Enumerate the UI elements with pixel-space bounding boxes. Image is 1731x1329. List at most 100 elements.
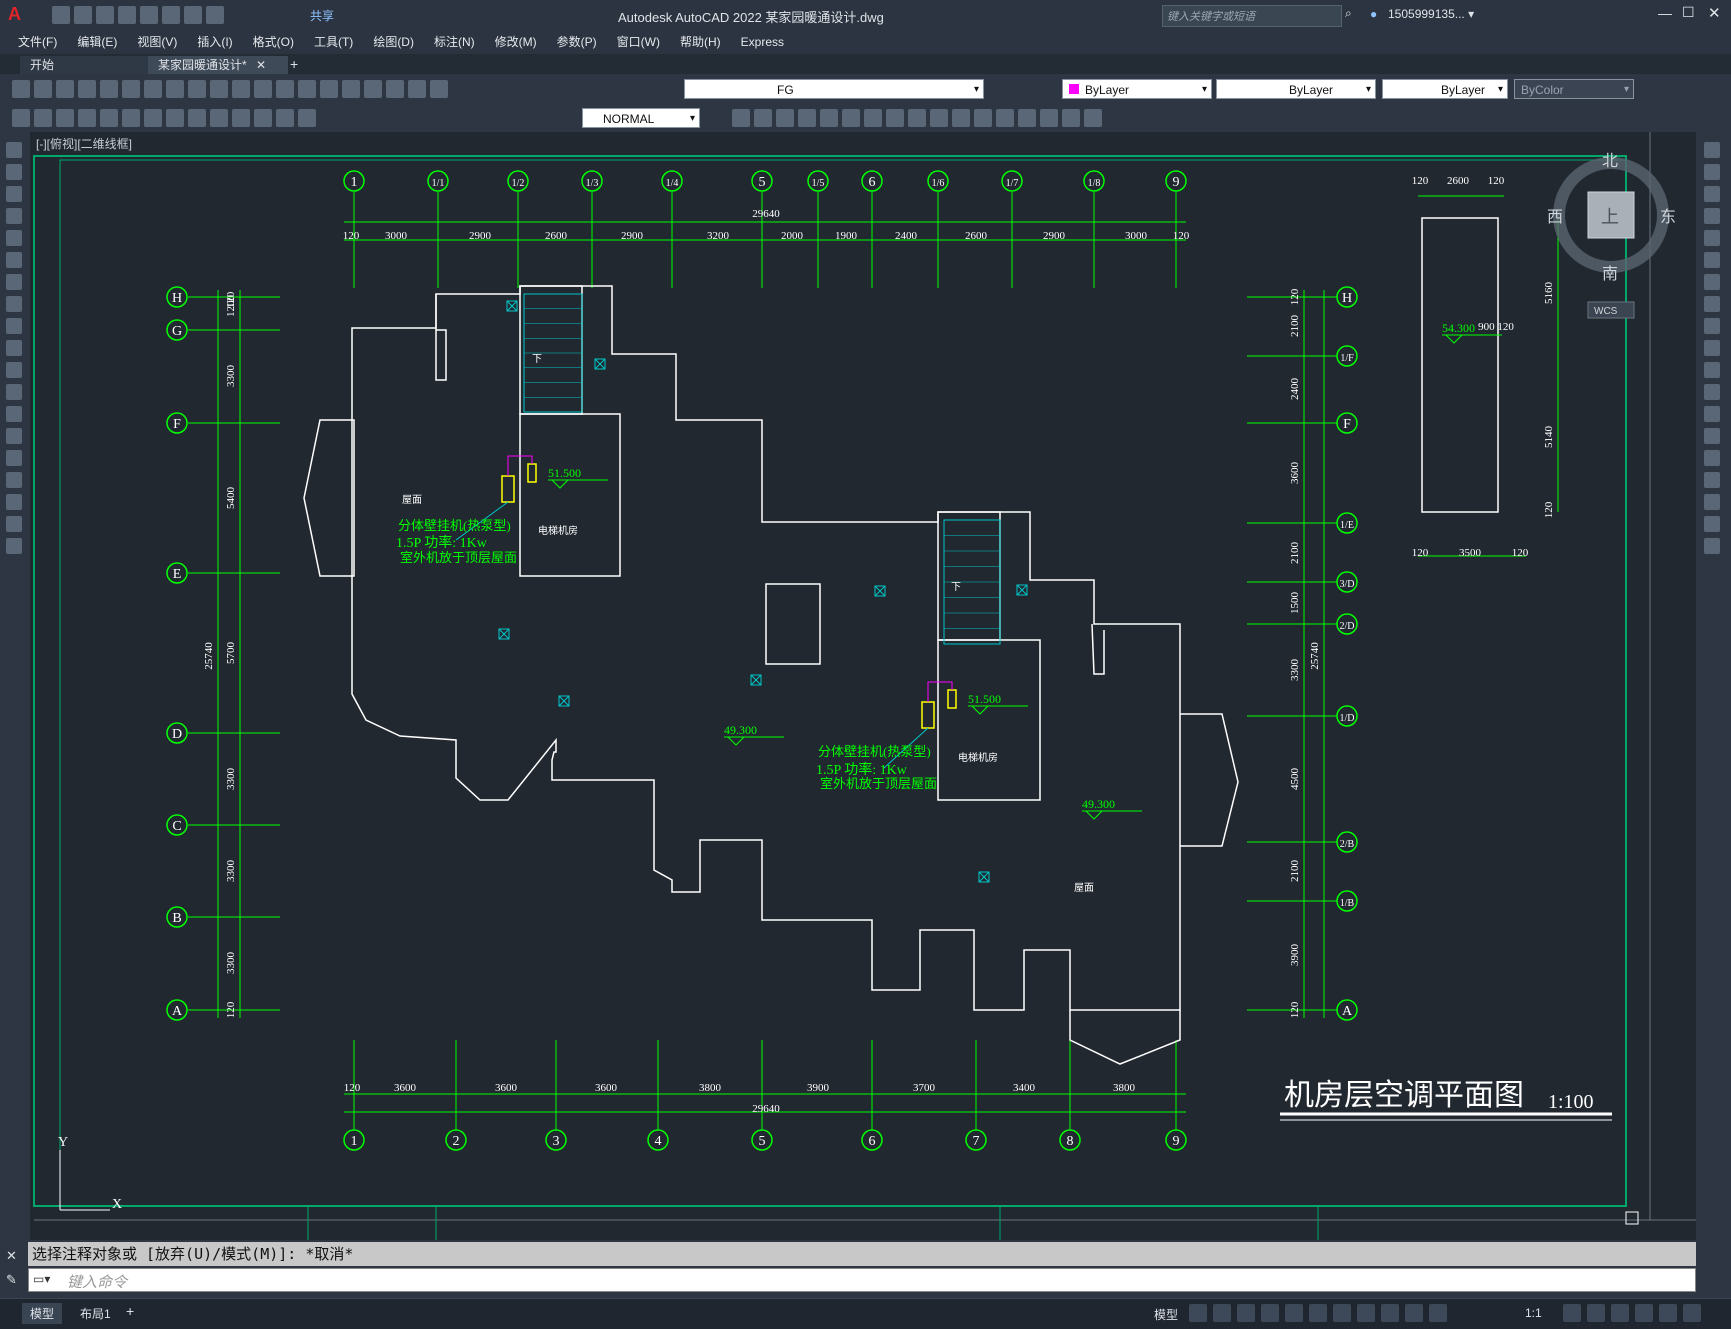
ac-note-1-line2[interactable]: 1.5P 功率: 1Kw (396, 534, 488, 551)
stretch-icon[interactable] (886, 109, 904, 127)
array-icon[interactable] (798, 109, 816, 127)
modify-tool-2-icon[interactable] (1704, 186, 1720, 202)
save-icon[interactable] (56, 80, 74, 98)
tab-start[interactable]: 开始 (20, 56, 160, 74)
plus-icon[interactable] (1587, 1304, 1605, 1322)
transparency-icon[interactable] (1357, 1304, 1375, 1322)
redo-icon[interactable] (254, 80, 272, 98)
tolerance-icon[interactable] (232, 109, 250, 127)
drawing-title[interactable]: 机房层空调平面图 (1284, 1079, 1524, 1112)
copy-icon[interactable] (166, 80, 184, 98)
draw-tool-6-icon[interactable] (6, 274, 22, 290)
user-icon[interactable]: ● (1370, 7, 1377, 21)
modify-tool-1-icon[interactable] (1704, 164, 1720, 180)
modify-tool-6-icon[interactable] (1704, 274, 1720, 290)
menu-item-3[interactable]: 插入(I) (187, 30, 242, 54)
level-label-51500-b[interactable]: 51.500 (968, 692, 1001, 706)
ortho-icon[interactable] (1237, 1304, 1255, 1322)
draw-tool-14-icon[interactable] (6, 450, 22, 466)
level-label-49300-a[interactable]: 49.300 (724, 723, 757, 737)
viewport-label[interactable]: [-][俯视][二维线框] (36, 136, 132, 151)
draw-tool-2-icon[interactable] (6, 186, 22, 202)
menu-item-4[interactable]: 格式(O) (243, 30, 304, 54)
join-icon[interactable] (974, 109, 992, 127)
dim-baseline-icon[interactable] (166, 109, 184, 127)
draw-tool-9-icon[interactable] (6, 340, 22, 356)
modify-tool-4-icon[interactable] (1704, 230, 1720, 246)
new-tab-icon[interactable]: + (290, 56, 298, 72)
dim-radius-icon[interactable] (100, 109, 118, 127)
modify-tool-16-icon[interactable] (1704, 494, 1720, 510)
fillet-icon[interactable] (1018, 109, 1036, 127)
down-label-1[interactable]: 下 (532, 354, 542, 365)
tool-palettes-icon[interactable] (386, 80, 404, 98)
annotation-scale[interactable]: 1:1 (1525, 1306, 1542, 1320)
modify-tool-10-icon[interactable] (1704, 362, 1720, 378)
autocad-logo-icon[interactable]: A (8, 4, 21, 25)
move-icon[interactable] (820, 109, 838, 127)
extend-icon[interactable] (930, 109, 948, 127)
modify-tool-18-icon[interactable] (1704, 538, 1720, 554)
menu-item-5[interactable]: 工具(T) (304, 30, 363, 54)
level-label-54300[interactable]: 54.300 (1442, 321, 1475, 335)
save-as-icon[interactable] (118, 6, 136, 24)
menu-item-8[interactable]: 修改(M) (485, 30, 547, 54)
draw-tool-12-icon[interactable] (6, 406, 22, 422)
modify-tool-12-icon[interactable] (1704, 406, 1720, 422)
osnap-icon[interactable] (1285, 1304, 1303, 1322)
dim-aligned-icon[interactable] (34, 109, 52, 127)
chamfer-icon[interactable] (996, 109, 1014, 127)
modify-tool-13-icon[interactable] (1704, 428, 1720, 444)
modify-tool-3-icon[interactable] (1704, 208, 1720, 224)
modify-tool-15-icon[interactable] (1704, 472, 1720, 488)
trim-icon[interactable] (908, 109, 926, 127)
modify-tool-17-icon[interactable] (1704, 516, 1720, 532)
tab-model[interactable]: 模型 (22, 1303, 63, 1324)
dim-linear-icon[interactable] (12, 109, 30, 127)
model-space-button[interactable]: 模型 (1154, 1306, 1178, 1323)
autoscale-icon[interactable] (1429, 1304, 1447, 1322)
paste-icon[interactable] (188, 80, 206, 98)
minimize-icon[interactable]: — (1658, 5, 1672, 21)
menu-item-2[interactable]: 视图(V) (127, 30, 187, 54)
maximize-icon[interactable]: ☐ (1682, 4, 1695, 21)
match-icon[interactable] (210, 80, 228, 98)
modify-tool-0-icon[interactable] (1704, 142, 1720, 158)
share-button[interactable]: 共享 (310, 7, 334, 24)
hardware-accel-icon[interactable] (1635, 1304, 1653, 1322)
dim-update-icon[interactable] (298, 109, 316, 127)
cut-icon[interactable] (144, 80, 162, 98)
insert-icon[interactable] (1084, 109, 1102, 127)
menu-item-1[interactable]: 编辑(E) (67, 30, 127, 54)
dim-continue-icon[interactable] (188, 109, 206, 127)
tab-close-icon[interactable]: ✕ (256, 58, 266, 72)
linetype-dropdown[interactable]: ByLayer ▾ (1216, 79, 1376, 99)
copy-obj-icon[interactable] (732, 109, 750, 127)
menu-item-11[interactable]: 帮助(H) (670, 30, 731, 54)
rotate-icon[interactable] (842, 109, 860, 127)
lineweight-dropdown[interactable]: ByLayer ▾ (1382, 79, 1508, 99)
dim-angular-icon[interactable] (144, 109, 162, 127)
draw-tool-15-icon[interactable] (6, 472, 22, 488)
draw-tool-4-icon[interactable] (6, 230, 22, 246)
draw-tool-13-icon[interactable] (6, 428, 22, 444)
grid-icon[interactable] (1189, 1304, 1207, 1322)
elevator-room-label-2[interactable]: 电梯机房 (958, 751, 998, 764)
annotation-visibility-icon[interactable] (1405, 1304, 1423, 1322)
plot-icon[interactable] (162, 6, 180, 24)
draw-tool-10-icon[interactable] (6, 362, 22, 378)
level-label-49300-b[interactable]: 49.300 (1082, 797, 1115, 811)
draw-tool-8-icon[interactable] (6, 318, 22, 334)
isolate-icon[interactable] (1611, 1304, 1629, 1322)
dim-edit-icon[interactable] (276, 109, 294, 127)
wrench-icon[interactable]: ✎ (6, 1272, 17, 1288)
ac-note-2-line1[interactable]: 分体壁挂机(热泵型) (818, 744, 931, 759)
help-icon[interactable] (430, 80, 448, 98)
command-input[interactable]: ▭▾ 键入命令 (28, 1268, 1696, 1292)
drawing-canvas[interactable]: [-][俯视][二维线框] Y X 1 1/1 1/2 1/3 1/4 5 1/5 6 1/6 1… (30, 132, 1696, 1240)
publish-icon[interactable] (140, 6, 158, 24)
redo-icon[interactable] (206, 6, 224, 24)
new-icon[interactable] (52, 6, 70, 24)
menu-item-0[interactable]: 文件(F) (8, 30, 67, 54)
tab-layout1[interactable]: 布局1 (72, 1303, 119, 1324)
